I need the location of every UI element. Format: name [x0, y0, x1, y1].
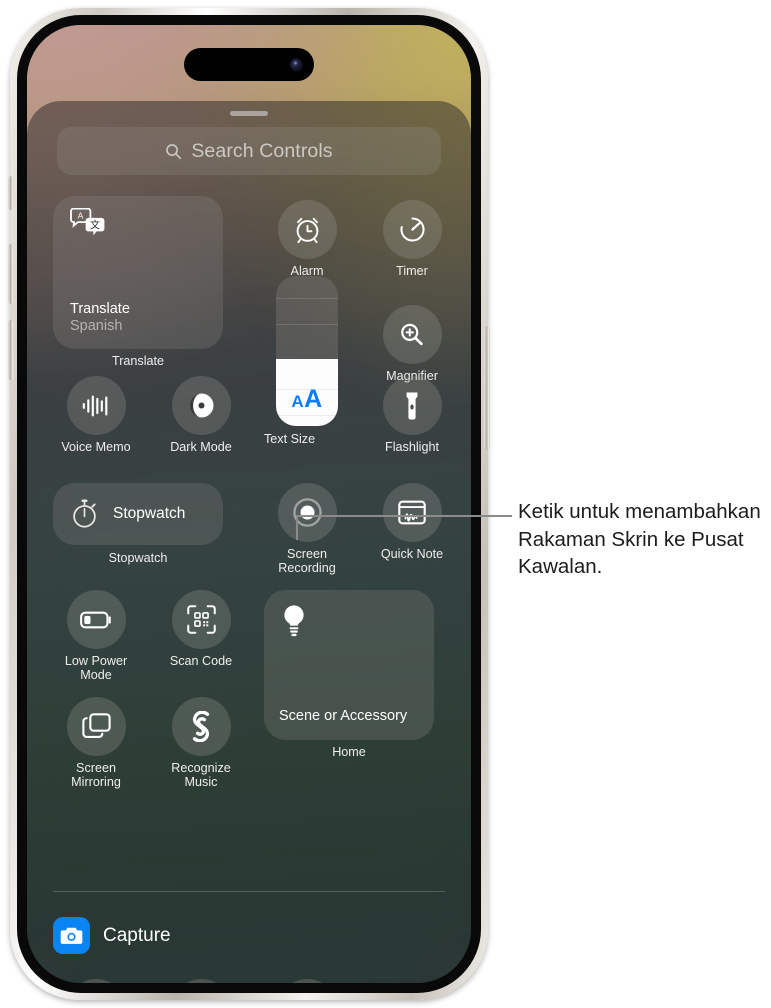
control-low-power-mode[interactable]: Low Power Mode — [53, 590, 139, 682]
search-controls-field[interactable]: Search Controls — [57, 127, 441, 175]
stopwatch-tile[interactable]: Stopwatch — [53, 483, 223, 545]
grid-row-3: Stopwatch Stopwatch Screen Recording Qui… — [53, 483, 445, 590]
grid-row-6 — [53, 979, 445, 983]
qr-scan-icon — [186, 605, 216, 634]
control-scan-code[interactable]: Scan Code — [158, 590, 244, 668]
iphone-device: Search Controls A 文 Translate Spanish Tr… — [8, 8, 490, 1000]
battery-low-icon — [80, 611, 111, 628]
volume-up-button[interactable] — [8, 244, 14, 304]
stopwatch-title: Stopwatch — [113, 505, 186, 522]
control-flashlight[interactable]: Flashlight — [369, 376, 455, 454]
control-alarm[interactable]: Alarm — [264, 200, 350, 278]
control-label: Screen Mirroring — [71, 761, 121, 790]
camera-circle — [66, 979, 126, 983]
dark-mode-circle-icon — [189, 393, 213, 418]
control-label: Timer — [396, 264, 428, 278]
control-screen-recording[interactable]: Screen Recording — [264, 483, 350, 575]
dynamic-island[interactable] — [184, 48, 314, 81]
stopwatch-tile-label: Stopwatch — [108, 551, 168, 565]
flashlight-circle — [382, 376, 442, 435]
search-icon — [166, 143, 182, 159]
screen-recording-circle — [277, 483, 337, 542]
control-label: Flashlight — [385, 440, 439, 454]
control-text-size[interactable]: AA Text Size — [264, 276, 350, 446]
translate-title: Translate — [70, 301, 130, 317]
phone-screen: Search Controls A 文 Translate Spanish Tr… — [27, 25, 471, 983]
translate-tile[interactable]: A 文 Translate Spanish — [53, 196, 223, 349]
screen-mirroring-icon — [81, 713, 111, 738]
alarm-circle — [277, 200, 337, 259]
capture-controls-row — [53, 979, 445, 983]
add-control-button[interactable] — [264, 979, 350, 983]
waveform-icon — [82, 395, 108, 416]
grid-row-1: A 文 Translate Spanish Translate Alarm Ti… — [53, 196, 445, 383]
text-size-slider[interactable]: AA — [276, 276, 338, 426]
control-quick-note[interactable]: Quick Note — [369, 483, 455, 561]
scan-circle — [171, 979, 231, 983]
control-voice-memo[interactable]: Voice Memo — [53, 376, 139, 454]
control-capture-scan[interactable] — [158, 979, 244, 983]
translate-bubbles-icon: A 文 — [70, 208, 105, 236]
grid-row-2: AA Text Size Voice Memo Dark Mode Flashl… — [53, 276, 445, 483]
volume-down-button[interactable] — [8, 320, 14, 380]
control-label: Quick Note — [380, 547, 444, 561]
search-placeholder: Search Controls — [191, 139, 333, 162]
scan-code-circle — [171, 590, 231, 649]
svg-text:文: 文 — [90, 218, 100, 231]
voice-memo-circle — [66, 376, 126, 435]
section-divider — [53, 891, 445, 892]
aa-icon: AA — [291, 385, 323, 413]
control-center-panel: Search Controls A 文 Translate Spanish Tr… — [27, 101, 471, 983]
control-magnifier[interactable]: Magnifier — [369, 305, 455, 383]
flashlight-icon — [406, 392, 418, 420]
control-label: Scan Code — [169, 654, 233, 668]
grid-row-4: Low Power Mode Scan Code Scene or Access… — [53, 590, 445, 759]
timer-icon — [399, 217, 425, 242]
svg-text:A: A — [78, 211, 84, 221]
shazam-icon — [192, 711, 210, 742]
front-camera-icon — [290, 58, 303, 71]
quick-note-circle — [382, 483, 442, 542]
control-label: Voice Memo — [61, 440, 131, 454]
control-label: Screen Recording — [278, 547, 336, 576]
control-label: Recognize Music — [171, 761, 231, 790]
alarm-clock-icon — [296, 217, 318, 244]
control-recognize-music[interactable]: Recognize Music — [158, 697, 244, 789]
capture-app-icon — [53, 917, 90, 954]
stopwatch-icon — [73, 499, 96, 528]
controls-grid: A 文 Translate Spanish Translate Alarm Ti… — [53, 196, 445, 809]
screen-mirroring-circle — [66, 697, 126, 756]
recognize-music-circle — [171, 697, 231, 756]
quick-note-icon — [398, 500, 426, 525]
translate-subtitle: Spanish — [70, 318, 123, 334]
drag-handle[interactable] — [230, 111, 268, 116]
timer-circle — [382, 200, 442, 259]
magnifier-icon — [401, 323, 423, 345]
control-label: Low Power Mode — [64, 654, 128, 683]
translate-tile-label: Translate — [111, 354, 165, 368]
control-label: Dark Mode — [170, 440, 232, 454]
text-size-label: Text Size — [264, 432, 316, 446]
record-dot-icon — [292, 498, 322, 527]
callout-text: Ketik untuk menambahkan Rakaman Skrin ke… — [518, 500, 761, 578]
capture-section-header[interactable]: Capture — [53, 917, 171, 954]
control-capture-camera[interactable] — [53, 979, 139, 983]
translate-tile-text: Translate Spanish — [70, 301, 130, 334]
lightbulb-icon — [284, 605, 304, 637]
action-button[interactable] — [8, 176, 14, 210]
dark-mode-circle — [171, 376, 231, 435]
power-button[interactable] — [484, 326, 490, 450]
camera-icon — [60, 927, 83, 944]
capture-label: Capture — [103, 924, 171, 946]
low-power-circle — [66, 590, 126, 649]
control-timer[interactable]: Timer — [369, 200, 455, 278]
control-dark-mode[interactable]: Dark Mode — [158, 376, 244, 454]
plus-circle — [277, 979, 337, 983]
control-screen-mirroring[interactable]: Screen Mirroring — [53, 697, 139, 789]
callout-annotation: Ketik untuk menambahkan Rakaman Skrin ke… — [518, 498, 766, 581]
magnifier-circle — [382, 305, 442, 364]
grid-row-5: Screen Mirroring Recognize Music — [53, 697, 445, 809]
